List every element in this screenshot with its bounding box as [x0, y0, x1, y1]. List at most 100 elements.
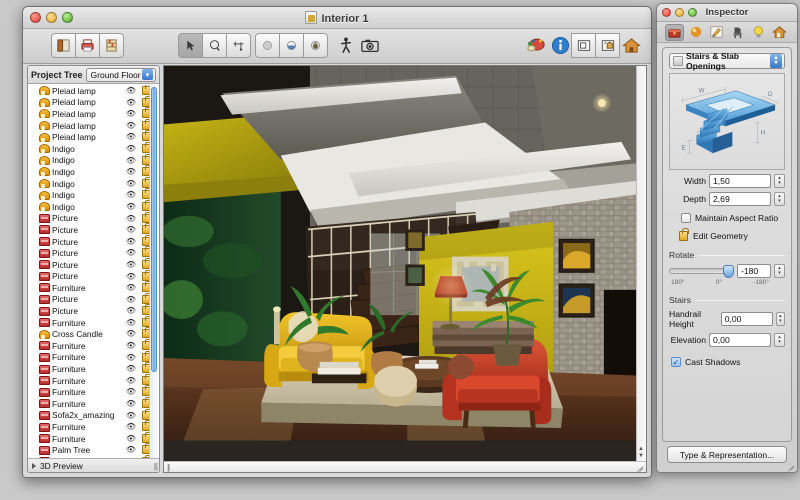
scroll-up-arrow-icon[interactable]: ▲	[637, 446, 645, 453]
tree-row[interactable]: Furniture 👁	[28, 431, 159, 445]
pencil-edit-icon-button[interactable]	[707, 24, 726, 41]
scroll-down-arrow-icon[interactable]: ▼	[637, 453, 645, 460]
light-bulb-icon-button[interactable]	[749, 24, 768, 41]
sphere-textured-icon-button[interactable]	[303, 33, 328, 58]
tree-row[interactable]: Pleiad lamp 👁	[28, 85, 159, 97]
tree-row[interactable]: Picture 👁	[28, 292, 159, 306]
inspector-titlebar[interactable]: Inspector	[657, 4, 797, 22]
eye-visibility-icon[interactable]: 👁	[126, 387, 136, 396]
rotate-stepper[interactable]: ▴ ▾	[774, 264, 785, 278]
width-stepper[interactable]: ▴ ▾	[774, 174, 785, 188]
tree-row[interactable]: Pleiad lamp 👁	[28, 118, 159, 132]
maintain-aspect-checkbox[interactable]	[681, 213, 691, 223]
tree-row[interactable]: Furniture 👁	[28, 281, 159, 294]
eye-visibility-icon[interactable]: 👁	[126, 411, 136, 420]
measure-icon-button[interactable]	[226, 33, 251, 58]
tree-row[interactable]: Picture 👁	[28, 223, 159, 236]
eye-visibility-icon[interactable]: 👁	[126, 353, 136, 362]
tree-row[interactable]: Indigo 👁	[28, 153, 159, 167]
tree-row[interactable]: Furniture 👁	[28, 362, 159, 375]
tree-row[interactable]: Sofa2x_amazing 👁	[28, 408, 159, 422]
tree-row[interactable]: Indigo 👁	[28, 188, 159, 201]
viewport-vertical-scrollbar[interactable]: ▲ ▼	[636, 66, 646, 461]
book-icon-button[interactable]	[51, 33, 76, 58]
project-tree-list[interactable]: Pleiad lamp 👁 Pleiad lamp 👁 Pleiad lamp 👁 Plei…	[28, 85, 159, 458]
plan-view-icon-button[interactable]	[571, 33, 596, 58]
tree-row[interactable]: Pleiad lamp 👁	[28, 107, 159, 120]
eye-visibility-icon[interactable]: 👁	[126, 202, 136, 211]
tree-row[interactable]: Pleiad lamp 👁	[28, 95, 159, 109]
3d-preview-toggle[interactable]: 3D Preview |||	[28, 458, 159, 472]
eye-visibility-icon[interactable]: 👁	[126, 283, 136, 292]
eye-visibility-icon[interactable]: 👁	[126, 376, 136, 385]
eye-visibility-icon[interactable]: 👁	[126, 445, 136, 454]
tree-row[interactable]: Furniture 👁	[28, 350, 159, 364]
sphere-shaded-icon-button[interactable]	[279, 33, 304, 58]
eye-visibility-icon[interactable]: 👁	[126, 341, 136, 350]
window-titlebar[interactable]: Interior 1	[23, 7, 651, 29]
tree-row[interactable]: Pleiad lamp 👁	[28, 130, 159, 143]
house-icon-button[interactable]	[770, 24, 789, 41]
eye-visibility-icon[interactable]: 👁	[126, 364, 136, 373]
eye-visibility-icon[interactable]: 👁	[126, 109, 136, 118]
eye-visibility-icon[interactable]: 👁	[126, 260, 136, 269]
eye-visibility-icon[interactable]: 👁	[126, 156, 136, 165]
home-view-icon-button[interactable]	[619, 33, 643, 58]
camera-icon-button[interactable]	[357, 33, 382, 58]
tree-vertical-scrollbar[interactable]	[149, 85, 158, 458]
furniture-icon-button[interactable]	[665, 23, 684, 41]
eye-visibility-icon[interactable]: 👁	[126, 86, 136, 95]
eye-visibility-icon[interactable]: 👁	[126, 422, 136, 431]
cast-shadows-checkbox[interactable]: ✓	[671, 357, 681, 367]
tree-row[interactable]: Furniture 👁	[28, 397, 159, 410]
arrow-select-icon-button[interactable]	[178, 33, 203, 58]
rotate-value-field[interactable]: -180	[737, 264, 771, 278]
object-type-popup[interactable]: Stairs & Slab Openings ▴ ▾	[669, 51, 785, 71]
chair-icon-button[interactable]	[728, 24, 747, 41]
library-icon-button[interactable]	[99, 33, 124, 58]
tree-row[interactable]: Indigo 👁	[28, 199, 159, 213]
eye-visibility-icon[interactable]: 👁	[126, 167, 136, 176]
eye-visibility-icon[interactable]: 👁	[126, 272, 136, 281]
eye-visibility-icon[interactable]: 👁	[126, 121, 136, 130]
width-field[interactable]: 1,50	[709, 174, 771, 188]
tree-row[interactable]: Furniture 👁	[28, 385, 159, 398]
handrail-height-field[interactable]: 0,00	[720, 312, 773, 326]
cast-shadows-row[interactable]: ✓ Cast Shadows	[669, 357, 785, 367]
depth-stepper[interactable]: ▴ ▾	[774, 192, 785, 206]
tree-row[interactable]: Picture 👁	[28, 304, 159, 317]
elevation-stepper[interactable]: ▴ ▾	[774, 333, 785, 347]
elevation-view-icon-button[interactable]	[595, 33, 620, 58]
inspector-resize-handle[interactable]	[787, 462, 795, 472]
type-representation-button[interactable]: Type & Representation...	[667, 446, 787, 463]
eye-visibility-icon[interactable]: 👁	[126, 214, 136, 223]
eye-visibility-icon[interactable]: 👁	[126, 248, 136, 257]
tree-row[interactable]: Furniture 👁	[28, 373, 159, 387]
depth-field[interactable]: 2,69	[709, 192, 771, 206]
rotate-slider-knob[interactable]	[722, 265, 734, 278]
render-canvas[interactable]	[164, 66, 636, 461]
tree-row[interactable]: Indigo 👁	[28, 141, 159, 155]
tree-row[interactable]: Furniture 👁	[28, 420, 159, 433]
viewport-horizontal-scrollbar[interactable]: |||	[164, 461, 646, 472]
edit-geometry-row[interactable]: Edit Geometry	[669, 228, 785, 241]
maintain-aspect-row[interactable]: Maintain Aspect Ratio	[669, 213, 785, 223]
info-icon-button[interactable]	[548, 33, 572, 58]
rotate-slider[interactable]	[669, 265, 734, 278]
tree-row[interactable]: Picture 👁	[28, 269, 159, 283]
eye-visibility-icon[interactable]: 👁	[126, 98, 136, 107]
walkthrough-icon-button[interactable]	[333, 33, 358, 58]
tree-row[interactable]: Indigo 👁	[28, 165, 159, 178]
tree-row[interactable]: Cross Candle 👁	[28, 327, 159, 340]
eye-visibility-icon[interactable]: 👁	[126, 179, 136, 188]
eye-visibility-icon[interactable]: 👁	[126, 306, 136, 315]
eye-visibility-icon[interactable]: 👁	[126, 190, 136, 199]
tree-row[interactable]: Picture 👁	[28, 246, 159, 259]
tree-row[interactable]: Palm Tree 👁	[28, 443, 159, 456]
eye-visibility-icon[interactable]: 👁	[126, 237, 136, 246]
elevation-field[interactable]: 0,00	[709, 333, 771, 347]
tree-scroll-thumb[interactable]	[151, 87, 157, 372]
3d-render-viewport[interactable]: ▲ ▼ |||	[163, 65, 647, 473]
eye-visibility-icon[interactable]: 👁	[126, 434, 136, 443]
eye-visibility-icon[interactable]: 👁	[126, 329, 136, 338]
